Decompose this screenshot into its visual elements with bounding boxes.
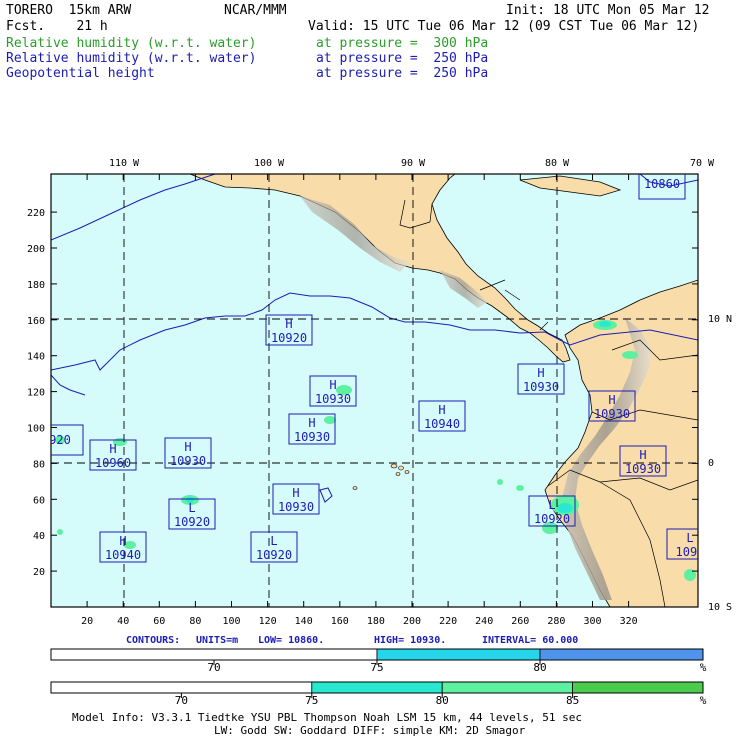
center-letter: H	[109, 442, 116, 456]
lat-label-10s: 10 S	[708, 602, 732, 613]
center-letter: H	[184, 440, 191, 454]
colorbar-tick-label: 80	[436, 694, 449, 707]
y-tick-label: 20	[33, 567, 45, 578]
y-tick-label: 80	[33, 459, 45, 470]
center-letter: H	[608, 393, 615, 407]
colorbar-tick-label: 70	[207, 661, 220, 674]
x-tick-label: 280	[547, 616, 565, 627]
x-tick-label: 120	[259, 616, 277, 627]
x-tick-label: 160	[331, 616, 349, 627]
center-letter: L	[188, 501, 195, 515]
map-figure: 20 40 60 80 100 120 140 160 180 200 220 240 260 280 30…	[27, 158, 732, 737]
y-tick-label: 160	[27, 316, 45, 327]
x-tick-label: 180	[367, 616, 385, 627]
center-value: 920	[49, 433, 71, 447]
x-tick-label: 300	[583, 616, 601, 627]
x-tick-label: 200	[403, 616, 421, 627]
colorbar-segment	[441, 681, 574, 694]
x-tick-label: 260	[511, 616, 529, 627]
center-letter: H	[329, 378, 336, 392]
center-letter: H	[308, 416, 315, 430]
y-tick-label: 60	[33, 495, 45, 506]
center-letter: L	[686, 531, 693, 545]
footer-line1: Model Info: V3.3.1 Tiedtke YSU PBL Thomp…	[72, 711, 582, 724]
center-value: 10940	[424, 417, 460, 431]
x-tick-label: 60	[153, 616, 165, 627]
colorbar-rh-300: 70 75 80 85%	[50, 681, 707, 707]
contours-label: CONTOURS:	[126, 635, 180, 646]
colorbar-unit: %	[700, 661, 707, 674]
center-value: 10960	[95, 456, 131, 470]
colorbar-segment	[50, 681, 313, 694]
center-value: 10930	[625, 462, 661, 476]
lon-label-100w: 100 W	[254, 158, 285, 169]
y-tick-label: 120	[27, 388, 45, 399]
y-tick-label: 180	[27, 280, 45, 291]
center-letter: H	[285, 317, 292, 331]
x-tick-label: 20	[81, 616, 93, 627]
colorbar-segment	[311, 681, 443, 694]
lon-label-110w: 110 W	[109, 158, 140, 169]
x-tick-label: 320	[620, 616, 638, 627]
center-value: 10860	[644, 177, 680, 191]
center-value: 10930	[315, 392, 351, 406]
lat-label-0: 0	[708, 458, 714, 469]
x-tick-label: 240	[475, 616, 493, 627]
x-tick-label: 40	[117, 616, 129, 627]
colorbar-segment	[376, 648, 541, 661]
colorbar-segment	[539, 648, 704, 661]
contours-low: LOW= 10860.	[258, 635, 324, 646]
y-tick-label: 40	[33, 531, 45, 542]
colorbar-tick-label: 80	[533, 661, 546, 674]
y-tick-label: 220	[27, 208, 45, 219]
center-letter: H	[639, 448, 646, 462]
center-letter: H	[119, 534, 126, 548]
colorbar-tick-label: 75	[370, 661, 383, 674]
colorbar-rh-250: 70 75 80%	[50, 648, 707, 674]
center-value: 10920	[174, 515, 210, 529]
center-letter: L	[270, 534, 277, 548]
lon-label-70w: 70 W	[690, 158, 715, 169]
center-value: 10930	[170, 454, 206, 468]
y-tick-label: 100	[27, 424, 45, 435]
center-value: 1092	[676, 545, 705, 559]
center-letter: H	[292, 486, 299, 500]
lon-label-80w: 80 W	[545, 158, 570, 169]
center-value: 10930	[594, 407, 630, 421]
lat-label-10n: 10 N	[708, 314, 732, 325]
colorbar-tick-label: 70	[175, 694, 188, 707]
x-tick-label: 80	[189, 616, 201, 627]
y-tick-label: 200	[27, 244, 45, 255]
contours-high: HIGH= 10930.	[374, 635, 446, 646]
center-letter: H	[438, 403, 445, 417]
contour-info: CONTOURS: UNITS=m LOW= 10860. HIGH= 1093…	[126, 635, 578, 646]
colorbar-segment	[572, 681, 704, 694]
contours-interval: INTERVAL= 60.000	[482, 635, 578, 646]
y-tick-label: 140	[27, 352, 45, 363]
colorbar-segment	[50, 648, 378, 661]
center-value: 10920	[534, 512, 570, 526]
colorbar-tick-label: 85	[566, 694, 579, 707]
colorbar-tick-label: 75	[305, 694, 318, 707]
center-value: 10930	[278, 500, 314, 514]
center-value: 10930	[523, 380, 559, 394]
footer-line2: LW: Godd SW: Goddard DIFF: simple KM: 2D…	[214, 724, 526, 737]
x-tick-label: 220	[439, 616, 457, 627]
x-tick-label: 140	[295, 616, 313, 627]
lon-label-90w: 90 W	[401, 158, 426, 169]
center-value: 10920	[256, 548, 292, 562]
center-value: 10930	[294, 430, 330, 444]
contours-units: UNITS=m	[196, 635, 238, 646]
x-tick-label: 100	[222, 616, 240, 627]
center-value: 10940	[105, 548, 141, 562]
colorbar-unit: %	[700, 694, 707, 707]
center-value: 10920	[271, 331, 307, 345]
center-letter: L	[548, 498, 555, 512]
center-letter: H	[537, 366, 544, 380]
